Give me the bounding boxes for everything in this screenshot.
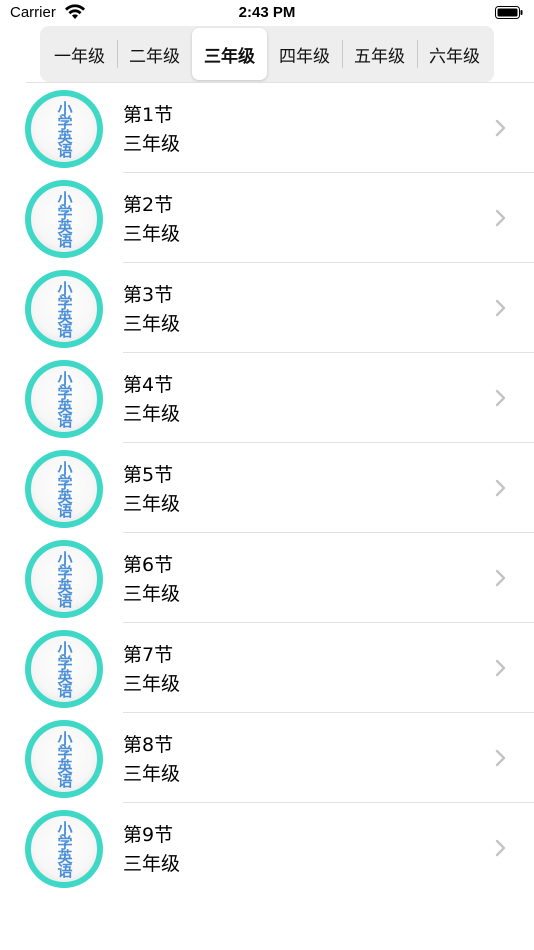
lesson-title: 第8节 — [123, 734, 174, 756]
chevron-right-icon — [495, 389, 506, 407]
lesson-row[interactable]: 小学英语 第3节三年级 — [0, 263, 534, 353]
battery-icon — [495, 6, 523, 19]
lesson-grade: 三年级 — [123, 493, 181, 515]
chevron-right-icon — [495, 839, 506, 857]
segment-grade-1[interactable]: 一年级 — [42, 28, 117, 80]
chevron-right-icon — [495, 479, 506, 497]
lesson-title: 第2节 — [123, 194, 174, 216]
chevron-right-icon — [495, 299, 506, 317]
lesson-row[interactable]: 小学英语 第5节三年级 — [0, 443, 534, 533]
lesson-title: 第1节 — [123, 104, 174, 126]
lesson-avatar: 小学英语 — [25, 630, 103, 708]
chevron-right-icon — [495, 749, 506, 767]
lesson-grade: 三年级 — [123, 763, 181, 785]
status-bar: Carrier 2:43 PM — [0, 0, 534, 28]
lesson-avatar: 小学英语 — [25, 270, 103, 348]
avatar-logo-text: 小学英语 — [55, 551, 74, 607]
lesson-title: 第9节 — [123, 824, 174, 846]
lesson-grade: 三年级 — [123, 853, 181, 875]
segment-grade-3[interactable]: 三年级 — [192, 28, 267, 80]
avatar-logo-text: 小学英语 — [55, 281, 74, 337]
lesson-avatar: 小学英语 — [25, 540, 103, 618]
lesson-row[interactable]: 小学英语 第8节三年级 — [0, 713, 534, 803]
avatar-logo-text: 小学英语 — [55, 371, 74, 427]
lesson-title: 第6节 — [123, 554, 174, 576]
avatar-logo-text: 小学英语 — [55, 101, 74, 157]
lesson-grade: 三年级 — [123, 313, 181, 335]
lesson-row[interactable]: 小学英语 第6节三年级 — [0, 533, 534, 623]
lesson-title: 第5节 — [123, 464, 174, 486]
avatar-logo-text: 小学英语 — [55, 191, 74, 247]
segment-grade-2[interactable]: 二年级 — [117, 28, 192, 80]
lesson-grade: 三年级 — [123, 223, 181, 245]
lesson-row[interactable]: 小学英语 第4节三年级 — [0, 353, 534, 443]
lesson-list: 小学英语 第1节 三年级 小学英语 第2节 三年级 小学英语 第3节 三年级 小学英语 第4节 三年级… — [0, 83, 534, 893]
lesson-avatar: 小学英语 — [25, 360, 103, 438]
chevron-right-icon — [495, 569, 506, 587]
chevron-right-icon — [495, 659, 506, 677]
lesson-grade: 三年级 — [123, 133, 181, 155]
lesson-row[interactable]: 小学英语 第7节三年级 — [0, 623, 534, 713]
lesson-row[interactable]: 小学英语 第9节三年级 — [0, 803, 534, 893]
chevron-right-icon — [495, 209, 506, 227]
chevron-right-icon — [495, 119, 506, 137]
lesson-grade: 三年级 — [123, 583, 181, 605]
lesson-grade: 三年级 — [123, 673, 181, 695]
lesson-row[interactable]: 小学英语 第1节三年级 — [0, 83, 534, 173]
lesson-avatar: 小学英语 — [25, 90, 103, 168]
avatar-logo-text: 小学英语 — [55, 641, 74, 697]
lesson-avatar: 小学英语 — [25, 720, 103, 798]
status-time: 2:43 PM — [238, 4, 296, 21]
avatar-logo-text: 小学英语 — [55, 731, 74, 787]
lesson-avatar: 小学英语 — [25, 180, 103, 258]
avatar-logo-text: 小学英语 — [55, 461, 74, 517]
lesson-avatar: 小学英语 — [25, 810, 103, 888]
segment-grade-6[interactable]: 六年级 — [417, 28, 492, 80]
avatar-logo-text: 小学英语 — [55, 821, 74, 877]
lesson-title: 第4节 — [123, 374, 174, 396]
segment-grade-5[interactable]: 五年级 — [342, 28, 417, 80]
lesson-title: 第3节 — [123, 284, 174, 306]
lesson-row[interactable]: 小学英语 第2节三年级 — [0, 173, 534, 263]
grade-segmented-control: 一年级 二年级 三年级 四年级 五年级 六年级 — [40, 26, 494, 82]
lesson-grade: 三年级 — [123, 403, 181, 425]
lesson-avatar: 小学英语 — [25, 450, 103, 528]
segment-grade-4[interactable]: 四年级 — [267, 28, 342, 80]
lesson-title: 第7节 — [123, 644, 174, 666]
